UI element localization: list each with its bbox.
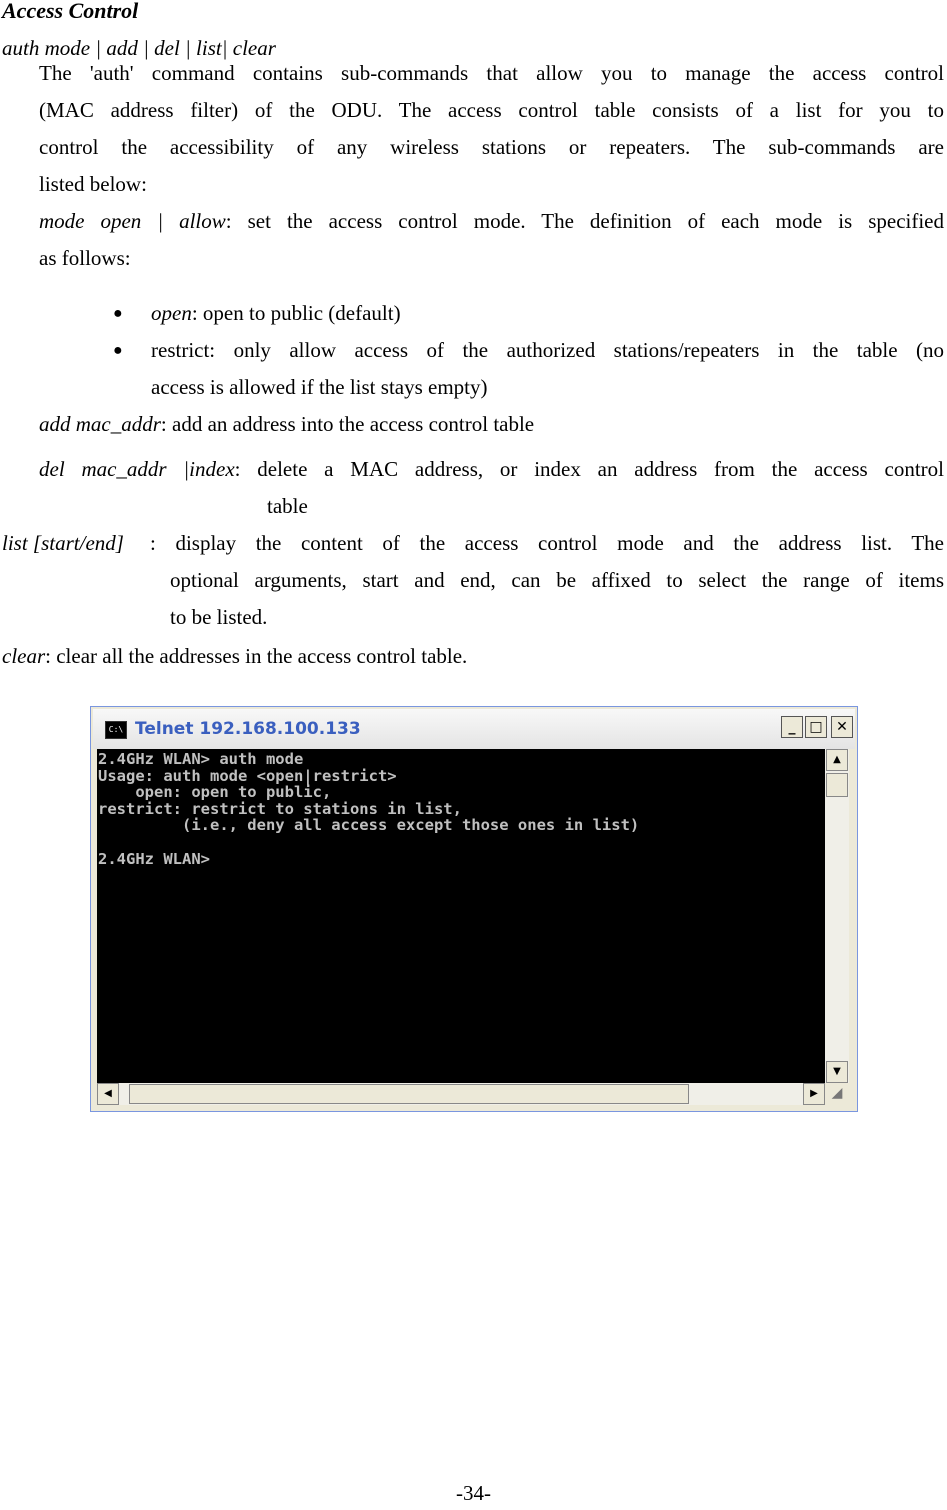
add-desc: : add an address into the access control… [160,412,535,436]
clear-term: clear [2,644,46,668]
bullet-line: access is allowed if the list stays empt… [151,375,488,399]
bullet-term: open [151,301,192,325]
console-output[interactable]: 2.4GHz WLAN> auth mode Usage: auth mode <… [97,749,825,1083]
intro-line: control the accessibility of any wireles… [39,135,944,159]
horizontal-scroll-thumb[interactable] [129,1084,689,1104]
clear-definition: clear: clear all the addresses in the ac… [2,638,467,675]
list-desc: optional arguments, start and end, can b… [170,568,944,592]
bullet-restrict: restrict: only allow access of the autho… [151,332,944,406]
list-definition: : display the content of the access cont… [150,525,944,562]
bullet-dot: ● [113,305,123,322]
list-desc: : display the content of the access cont… [150,531,944,555]
mode-desc-cont: as follows: [39,246,131,270]
console-line: open: open to public, [98,783,332,802]
vertical-scrollbar[interactable]: ▲ ▼ [825,749,849,1083]
page-number: -34- [456,1481,491,1505]
telnet-window: C:\ Telnet 192.168.100.133 _ □ ✕ 2.4GHz … [90,706,858,1112]
bullet-dot: ● [113,342,123,359]
console-line: 2.4GHz WLAN> [98,849,210,868]
intro-line: The 'auth' command contains sub-commands… [39,61,944,85]
add-definition: add mac_addr: add an address into the ac… [39,406,944,443]
del-desc-cont: table [267,494,308,518]
section-heading: Access Control [2,0,139,23]
console-line: (i.e., deny all access except those ones… [98,816,640,835]
intro-line: listed below: [39,172,147,196]
mode-term: mode open | allow [39,209,226,233]
mode-desc: : set the access control mode. The defin… [225,209,945,233]
document-page: Access Control auth mode | add | del | l… [0,0,947,1510]
bullet-line: open: open to public (default) [151,301,401,325]
resize-grip-icon[interactable]: ◢ [825,1083,849,1105]
scroll-down-button[interactable]: ▼ [826,1061,848,1083]
list-definition-cont: optional arguments, start and end, can b… [170,562,944,636]
del-definition: del mac_addr |index: delete a MAC addres… [39,451,944,488]
del-desc: : delete a MAC address, or index an addr… [234,457,944,481]
intro-line: (MAC address filter) of the ODU. The acc… [39,98,944,122]
scroll-left-button[interactable]: ◀ [97,1083,119,1105]
console-line: 2.4GHz WLAN> auth mode [98,750,304,768]
console-line: restrict: restrict to stations in list, [98,799,462,818]
clear-desc: : clear all the addresses in the access … [45,644,468,668]
del-term: del mac_addr |index [39,457,235,481]
horizontal-scrollbar[interactable]: ◀ ▶ [97,1083,825,1105]
scroll-up-button[interactable]: ▲ [826,749,848,771]
mode-definition: mode open | allow: set the access contro… [39,203,944,277]
console-line: Usage: auth mode <open|restrict> [98,766,397,785]
window-title: Telnet 192.168.100.133 [135,719,361,739]
close-button[interactable]: ✕ [831,716,853,738]
add-term: add mac_addr [39,412,161,436]
minimize-button[interactable]: _ [781,716,803,738]
console-app-icon[interactable]: C:\ [105,721,127,739]
list-desc: to be listed. [170,605,268,629]
window-titlebar[interactable]: C:\ Telnet 192.168.100.133 _ □ ✕ [93,709,855,749]
maximize-button[interactable]: □ [805,716,827,738]
intro-paragraph: The 'auth' command contains sub-commands… [39,55,944,203]
bullet-line: restrict: only allow access of the autho… [151,338,944,362]
scroll-right-button[interactable]: ▶ [803,1083,825,1105]
vertical-scroll-thumb[interactable] [826,773,848,797]
list-term: list [start/end] [2,531,124,555]
mode-line: mode open | allow: set the access contro… [39,203,944,240]
bullet-open: open: open to public (default) [151,295,944,332]
